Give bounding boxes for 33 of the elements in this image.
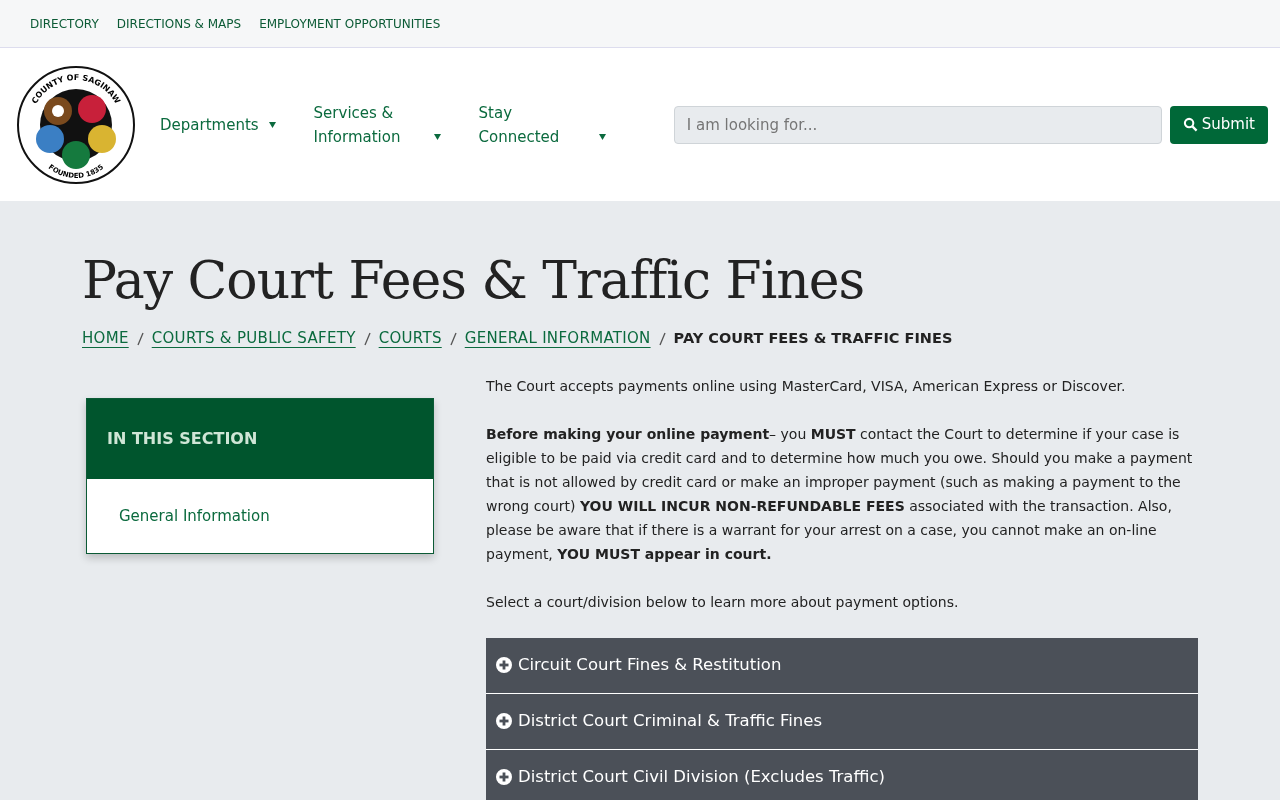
section-nav-link[interactable]: General Information xyxy=(87,478,433,554)
breadcrumb-link[interactable]: COURTS & PUBLIC SAFETY xyxy=(151,327,356,350)
caret-icon xyxy=(598,133,606,140)
body-paragraph: Select a court/division below to learn more about payment options. xyxy=(486,592,960,612)
plus-circle-icon xyxy=(496,657,512,674)
breadcrumb-link[interactable]: HOME xyxy=(82,327,129,350)
submit-button[interactable]: Submit xyxy=(1169,105,1268,144)
search-icon xyxy=(1182,117,1198,132)
caret-icon xyxy=(433,133,441,140)
caret-icon xyxy=(268,121,276,128)
body-paragraph: Before making your online payment– you MUST contact the Court to determine if your case is eligible to be paid via credit card and to determine how much you owe. Should you make a payment that is not allowed by credit card or make an improper payment (such as making a payment to the wrong court) YOU WILL INCUR NON-REFUNDABLE FEES associated with the transaction. Also, please be aware that if there is a warrant for your arrest on a case, you cannot make an on-line payment, YOU MUST appear in court. xyxy=(486,424,1194,564)
accordion-header[interactable]: Circuit Court Fines & Restitution xyxy=(486,637,1198,694)
plus-circle-icon xyxy=(496,769,512,786)
section-nav-heading: IN THIS SECTION xyxy=(87,398,433,479)
main-nav-menu[interactable]: Departments xyxy=(160,112,276,137)
breadcrumb-separator-icon xyxy=(449,331,457,346)
accordion-header[interactable]: District Court Criminal & Traffic Fines xyxy=(486,693,1198,750)
main-nav-menu[interactable]: Services & Information xyxy=(313,100,441,149)
breadcrumb-link[interactable]: COURTS xyxy=(378,327,442,350)
breadcrumb-link[interactable]: GENERAL INFORMATION xyxy=(464,327,651,350)
main-nav-menu[interactable]: Stay Connected xyxy=(478,100,606,149)
accordion-header[interactable]: District Court Civil Division (Excludes Traffic) xyxy=(486,749,1198,800)
breadcrumb-separator-icon xyxy=(363,331,371,346)
utility-nav-link[interactable]: EMPLOYMENT OPPORTUNITIES xyxy=(259,14,441,33)
breadcrumb-separator-icon xyxy=(658,331,666,346)
plus-circle-icon xyxy=(496,713,512,730)
utility-nav-link[interactable]: DIRECTORY xyxy=(30,14,99,33)
breadcrumb-current: PAY COURT FEES & TRAFFIC FINES xyxy=(673,328,953,348)
utility-nav-link[interactable]: DIRECTIONS & MAPS xyxy=(116,14,242,33)
page-title: Pay Court Fees & Traffic Fines xyxy=(82,249,866,312)
body-paragraph: The Court accepts payments online using MasterCard, VISA, American Express or Discover. xyxy=(486,376,1127,396)
search-field[interactable]: I am looking for... xyxy=(673,105,1162,144)
breadcrumb-separator-icon xyxy=(136,331,144,346)
